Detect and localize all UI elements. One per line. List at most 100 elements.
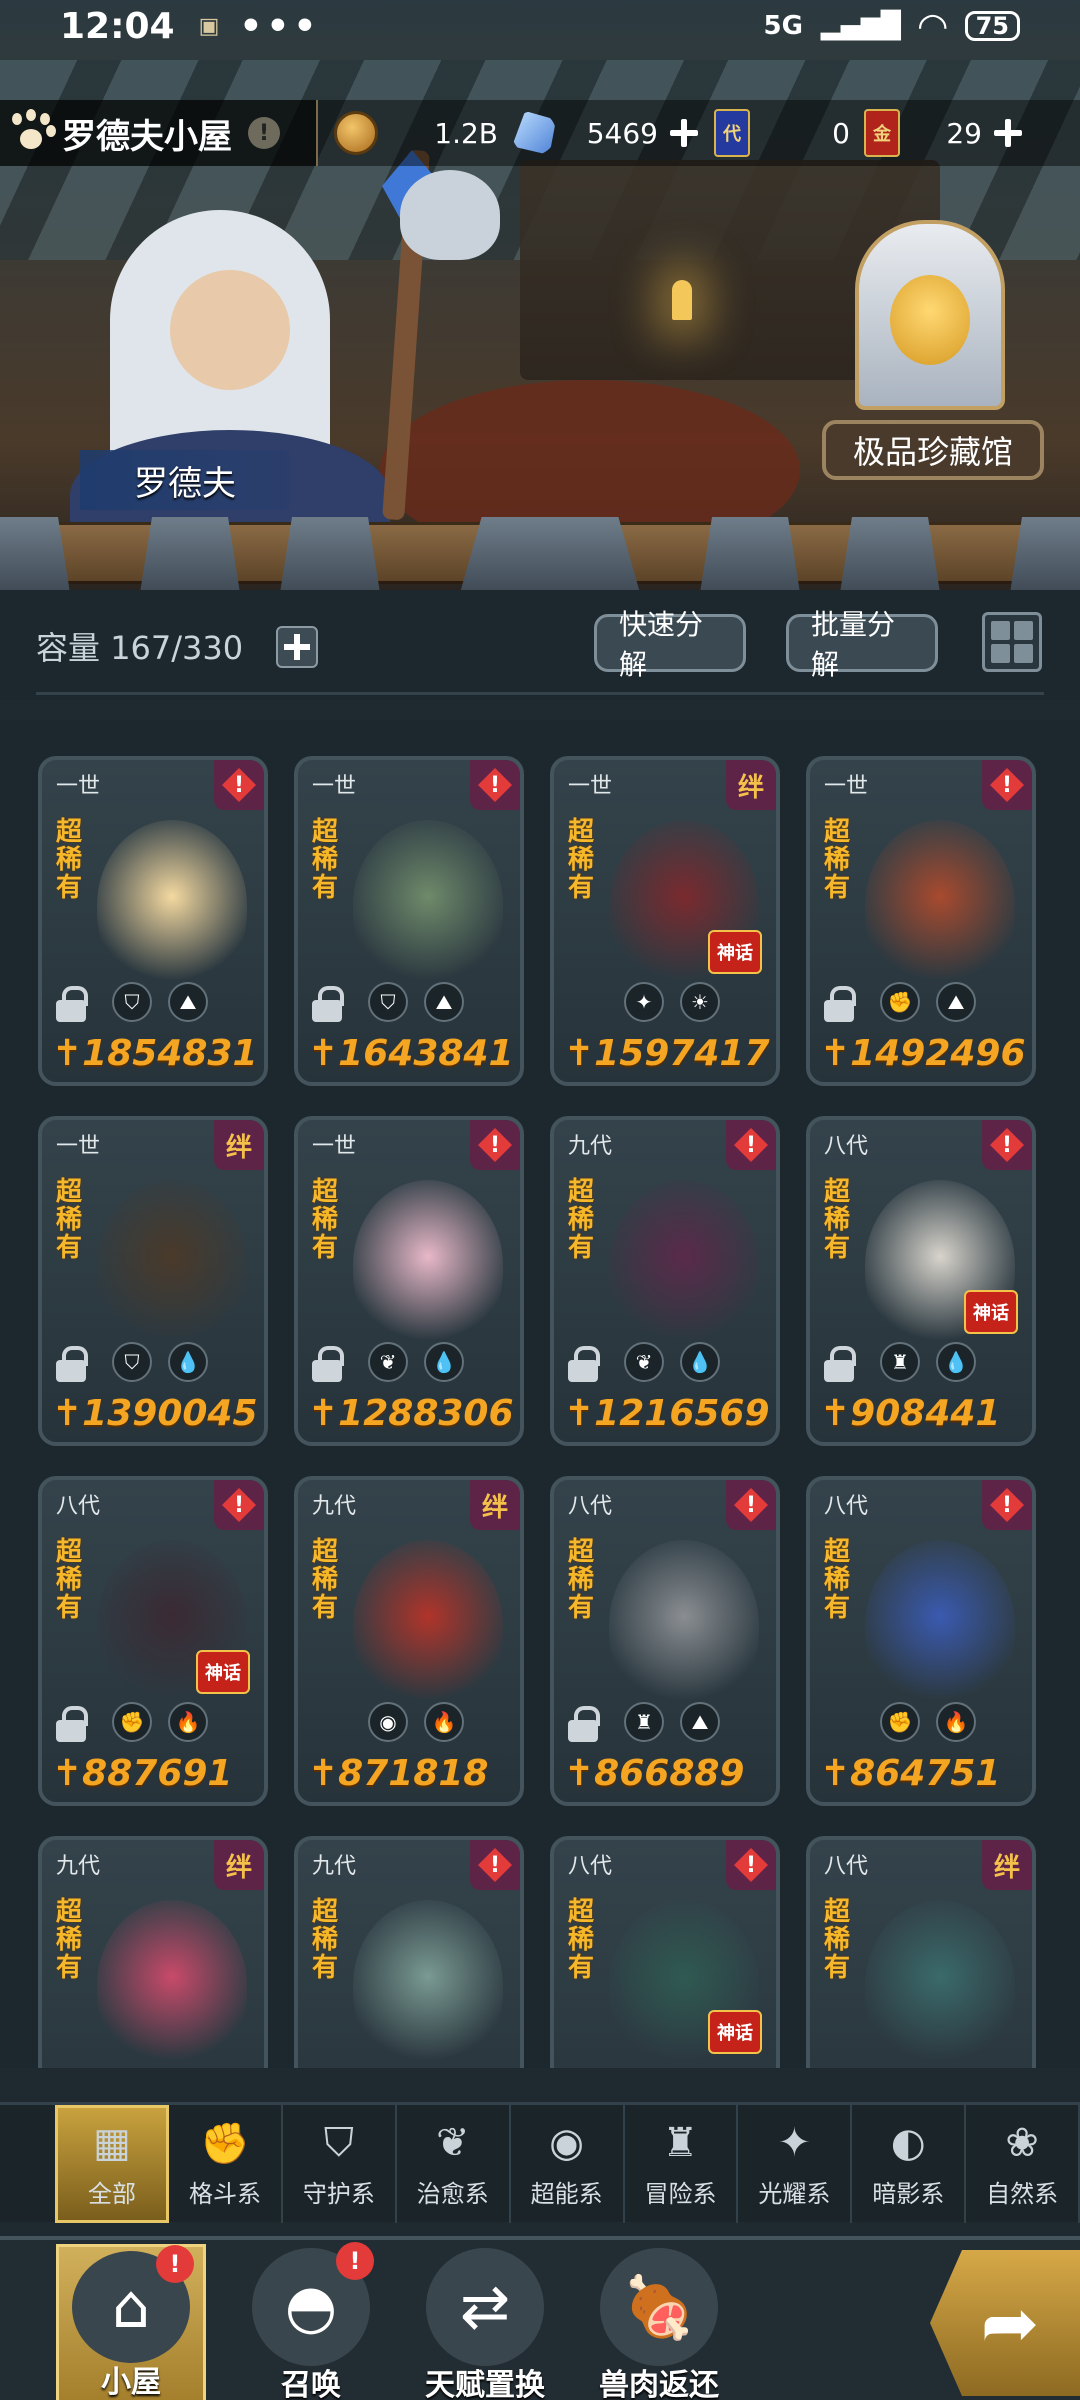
game-screen: { "status_bar": {"time": "12:04", "notif…	[0, 0, 1080, 2400]
monster-card[interactable]: 一世! 超稀有 ⛉ ⛰ ✝1643841	[294, 756, 524, 1086]
house-name: 罗德夫小屋	[62, 116, 232, 157]
monster-card[interactable]: 八代! 超稀有 神话 ✊ 🔥 ✝887691	[38, 1476, 268, 1806]
generation-label: 八代	[568, 1854, 613, 1879]
lock-icon[interactable]	[312, 1346, 344, 1382]
candle	[672, 280, 692, 320]
monster-card[interactable]: 一世绊超稀有 ⛉ 💧 ✝1390045	[38, 1116, 268, 1446]
card-icons: ✊ ⛰	[810, 978, 1032, 1022]
category-label: 格斗系	[188, 2180, 261, 2208]
crystal-resource: 5469	[512, 108, 700, 158]
lock-icon[interactable]	[56, 1706, 88, 1742]
category-tab[interactable]: ◉ 超能系	[511, 2104, 625, 2223]
card-icons: ♜ 💧	[810, 1338, 1032, 1382]
nav-label: 天赋置换	[425, 2368, 545, 2400]
alert-badge-icon: !	[982, 760, 1032, 810]
nav-tab[interactable]: 🍖 兽肉返还	[584, 2244, 734, 2400]
battery-icon: 75	[964, 11, 1020, 41]
water-icon: 💧	[936, 1342, 976, 1382]
rarity-label: 超稀有	[312, 1537, 339, 1623]
alert-badge-icon: !	[726, 1120, 776, 1170]
lock-icon[interactable]	[824, 1346, 856, 1382]
monster-card[interactable]: 九代! 超稀有 ❦ 💧 ✝1216569	[550, 1116, 780, 1446]
category-label: 冒险系	[644, 2180, 717, 2208]
psychic-icon: ◉	[368, 1702, 408, 1742]
category-tab[interactable]: ❀ 自然系	[966, 2104, 1080, 2223]
add-crystal-button[interactable]	[668, 117, 700, 149]
alert-badge-icon: !	[214, 760, 264, 810]
category-tab[interactable]: ◐ 暗影系	[852, 2104, 967, 2223]
alert-mark: !	[222, 768, 256, 802]
capacity-label: 容量	[36, 629, 101, 667]
npc-name-label: 罗德夫	[80, 450, 290, 510]
monster-card[interactable]: 八代! 超稀有 神话 ♜ 💧 ✝908441	[806, 1116, 1036, 1446]
lock-icon[interactable]	[568, 1706, 600, 1742]
batch-decompose-button[interactable]: 批量分解	[786, 608, 938, 681]
lock-icon[interactable]	[824, 986, 856, 1022]
bond-badge: 绊	[214, 1120, 264, 1170]
category-tab[interactable]: ♜ 冒险系	[625, 2104, 739, 2223]
crystal-value: 5469	[586, 116, 658, 150]
alert-mark: !	[734, 1488, 768, 1522]
radiant-icon: ✦	[624, 982, 664, 1022]
terrain-icon: ⛰	[680, 1702, 720, 1742]
monster-list[interactable]: 一世! 超稀有 ⛉ ⛰ ✝1854831 一世! 超稀有 ⛉ ⛰ ✝1643841 一世绊超稀有 神话…	[0, 720, 1080, 2068]
category-label: 光耀系	[758, 2180, 831, 2208]
rarity-label: 超稀有	[56, 1177, 83, 1263]
monster-card[interactable]: 九代! 超稀有	[294, 1836, 524, 2068]
monster-card[interactable]: 九代绊超稀有 ◉ 🔥 ✝871818	[294, 1476, 524, 1806]
monster-card[interactable]: 一世! 超稀有 ✊ ⛰ ✝1492496	[806, 756, 1036, 1086]
rarity-label: 超稀有	[824, 1177, 851, 1263]
guard-icon: ⛉	[368, 982, 408, 1022]
generation-label: 一世	[312, 1134, 357, 1159]
category-tab[interactable]: ❦ 治愈系	[397, 2104, 511, 2223]
house-title: 罗德夫小屋 !	[0, 100, 318, 166]
monster-card[interactable]: 八代! 超稀有 ✊ 🔥 ✝864751	[806, 1476, 1036, 1806]
museum-throne[interactable]	[845, 220, 1015, 410]
nav-tab[interactable]: ⇄ 天赋置换	[410, 2244, 560, 2400]
alert-badge-icon: !	[982, 1480, 1032, 1530]
bond-badge: 绊	[982, 1840, 1032, 1890]
category-icon: ◉	[549, 2120, 585, 2166]
red-card-icon: 金	[864, 109, 900, 157]
nav-tab[interactable]: ◓! 召唤	[236, 2242, 386, 2400]
lock-icon[interactable]	[56, 1346, 88, 1382]
add-card-button[interactable]	[992, 117, 1024, 149]
lock-icon[interactable]	[568, 1346, 600, 1382]
monster-portrait	[97, 820, 247, 990]
power-value: ✝1288306	[308, 1393, 514, 1434]
monster-card[interactable]: 一世! 超稀有 ❦ 💧 ✝1288306	[294, 1116, 524, 1446]
card-icons: ♜ ⛰	[554, 1698, 776, 1742]
category-tab[interactable]: ▦ 全部	[55, 2104, 170, 2223]
alert-badge-icon: !	[470, 760, 520, 810]
alert-mark: !	[990, 1488, 1024, 1522]
monster-card[interactable]: 八代 绊超稀有	[806, 1836, 1036, 2068]
museum-button[interactable]: 极品珍藏馆	[822, 420, 1044, 480]
rarity-label: 超稀有	[312, 817, 339, 903]
lock-icon[interactable]	[312, 986, 344, 1022]
monster-card[interactable]: 八代! 超稀有 神话	[550, 1836, 780, 2068]
fist-icon: ✊	[880, 1702, 920, 1742]
lock-icon[interactable]	[56, 986, 88, 1022]
category-icon: ❦	[435, 2120, 470, 2166]
sun-icon: ☀	[680, 982, 720, 1022]
generation-label: 八代	[824, 1134, 869, 1159]
monster-card[interactable]: 一世! 超稀有 ⛉ ⛰ ✝1854831	[38, 756, 268, 1086]
monster-card[interactable]: 一世绊超稀有 神话 ✦ ☀ ✝1597417	[550, 756, 780, 1086]
category-tab[interactable]: ✊ 格斗系	[169, 2104, 283, 2223]
nav-tab[interactable]: ⌂! 小屋	[56, 2244, 206, 2400]
info-icon[interactable]: !	[248, 117, 280, 149]
monster-card[interactable]: 八代! 超稀有 ♜ ⛰ ✝866889	[550, 1476, 780, 1806]
monster-card[interactable]: 九代 绊超稀有	[38, 1836, 268, 2068]
go-arrow-button[interactable]: ➦	[930, 2250, 1080, 2396]
alert-badge-icon: !	[470, 1840, 520, 1890]
grid-view-icon[interactable]	[982, 612, 1042, 672]
leaf-icon: ❦	[624, 1342, 664, 1382]
category-label: 守护系	[302, 2180, 375, 2208]
quick-decompose-button[interactable]: 快速分解	[594, 608, 746, 681]
card-icons	[42, 2058, 264, 2068]
expand-capacity-button[interactable]	[276, 626, 318, 668]
card-icons: ✊ 🔥	[810, 1698, 1032, 1742]
category-tab[interactable]: ⛉ 守护系	[283, 2104, 397, 2223]
category-tab[interactable]: ✦ 光耀系	[738, 2104, 853, 2223]
rarity-label: 超稀有	[568, 1897, 595, 1983]
